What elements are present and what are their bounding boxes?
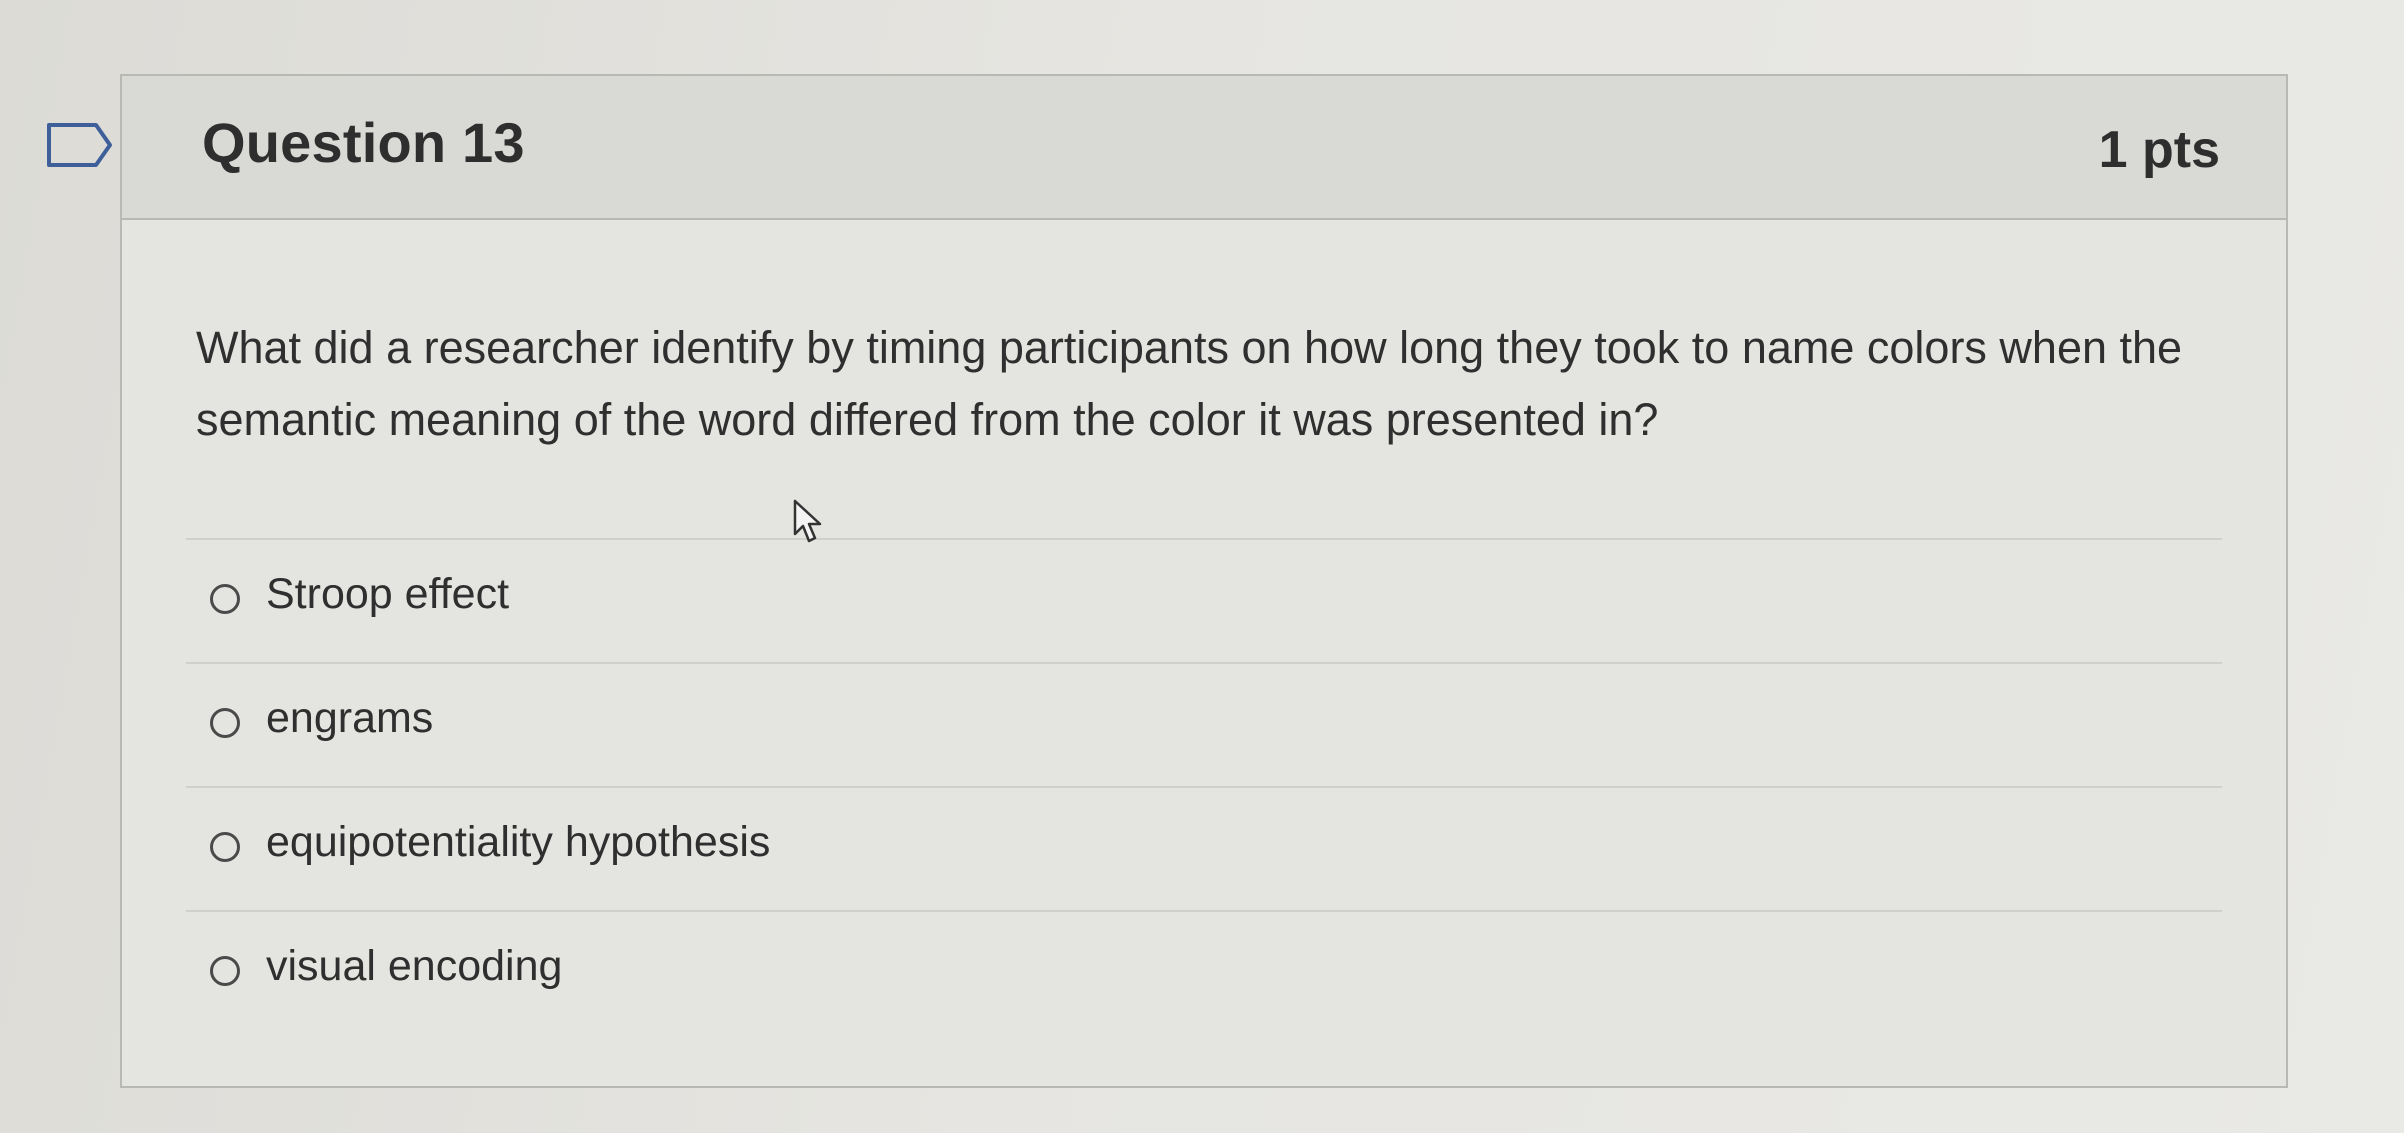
radio-circle-icon[interactable] [210,584,240,614]
flag-icon[interactable] [46,122,114,168]
answer-label[interactable]: visual encoding [266,942,562,991]
quiz-screen: Question 13 1 pts What did a researcher … [0,0,2404,1133]
mouse-pointer-icon [793,499,822,543]
answer-list: Stroop effect engrams equipotentiality h… [186,538,2222,1034]
question-header: Question 13 1 pts [122,76,2286,220]
answer-option-equipotentiality-hypothesis[interactable]: equipotentiality hypothesis [186,786,2222,910]
question-title: Question 13 [202,111,525,174]
answer-option-stroop-effect[interactable]: Stroop effect [186,538,2222,662]
question-card: Question 13 1 pts What did a researcher … [120,74,2288,1088]
question-text: What did a researcher identify by timing… [196,322,2183,445]
answer-option-engrams[interactable]: engrams [186,662,2222,786]
radio-circle-icon[interactable] [210,956,240,986]
answer-label[interactable]: equipotentiality hypothesis [266,818,770,867]
radio-circle-icon[interactable] [210,832,240,862]
answer-label[interactable]: engrams [266,694,433,743]
answer-option-visual-encoding[interactable]: visual encoding [186,910,2222,1034]
question-points: 1 pts [2098,121,2220,179]
answer-label[interactable]: Stroop effect [266,570,509,619]
radio-circle-icon[interactable] [210,708,240,738]
